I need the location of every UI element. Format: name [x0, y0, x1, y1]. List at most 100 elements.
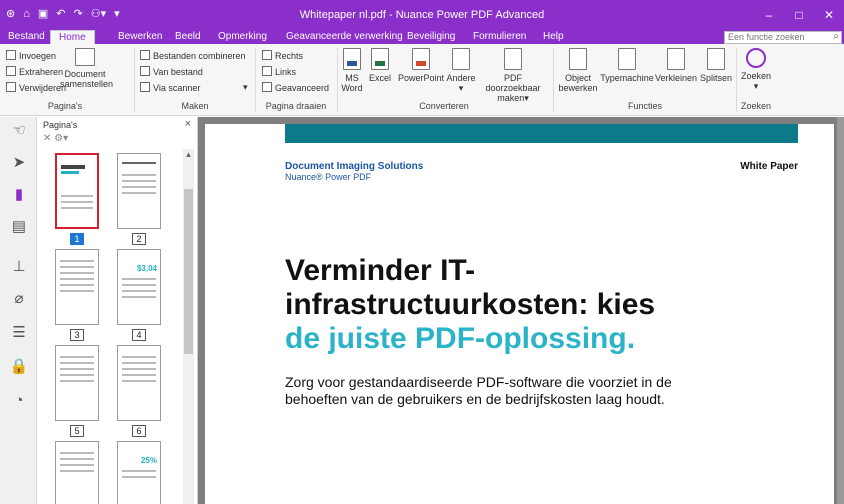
select-tool-icon[interactable]: ➤ — [9, 153, 29, 173]
thumb-line — [60, 470, 94, 472]
tab-beeld[interactable]: Beeld — [175, 30, 201, 44]
tab-bewerken[interactable]: Bewerken — [118, 30, 162, 44]
close-button[interactable]: ✕ — [814, 0, 844, 30]
tab-home[interactable]: Home — [50, 30, 95, 44]
group-label-converteren: Converteren — [419, 101, 469, 111]
rotate-advanced-button[interactable]: Geavanceerd — [262, 82, 329, 94]
page-thumbnail-7[interactable] — [55, 441, 99, 504]
scroll-up-icon[interactable]: ▲ — [183, 149, 194, 161]
verkleinen-button[interactable]: Verkleinen — [654, 48, 698, 83]
tab-opmerking[interactable]: Opmerking — [218, 30, 267, 44]
thumb-line — [122, 278, 156, 280]
title-bar: ⊛ ⌂ ▣ ↶ ↷ ⚇▾ ▾ Whitepaper nl.pdf - Nuanc… — [0, 0, 844, 30]
rotate-left-button[interactable]: Links — [262, 66, 296, 78]
headline-line-1: Verminder IT- — [285, 254, 476, 287]
thumb-line — [122, 296, 156, 298]
header-band — [285, 124, 798, 143]
thumb-accent — [61, 171, 79, 174]
tab-geavanceerde-verwerking[interactable]: Geavanceerde verwerking — [286, 30, 403, 44]
group-label-pagina-draaien: Pagina draaien — [265, 101, 327, 111]
document-view[interactable]: Document Imaging Solutions Nuance® Power… — [198, 117, 844, 504]
page-thumbnail-5[interactable] — [55, 345, 99, 421]
rotate-advanced-icon — [262, 82, 272, 92]
page-number-4[interactable]: 4 — [132, 329, 146, 341]
thumb-line — [61, 195, 93, 197]
stamp-icon[interactable]: ⊥ — [9, 257, 29, 277]
powerpoint-button[interactable]: PowerPoint — [396, 48, 446, 83]
object-bewerken-button[interactable]: Object bewerken — [558, 48, 598, 93]
zoeken-button[interactable]: Zoeken ▾ — [740, 48, 772, 91]
ms-word-button[interactable]: MS Word — [339, 48, 365, 93]
tab-beveiliging[interactable]: Beveiliging — [407, 30, 455, 44]
scanner-icon — [140, 82, 150, 92]
pdf-doorzoekbaar-maken-button[interactable]: PDF doorzoekbaar maken▾ — [477, 48, 549, 103]
extraheren-button[interactable]: Extraheren — [6, 66, 63, 78]
via-scanner-button[interactable]: Via scanner — [140, 82, 200, 94]
page-number-2[interactable]: 2 — [132, 233, 146, 245]
thumb-line — [122, 470, 156, 472]
security-lock-icon[interactable]: 🔒 — [9, 357, 29, 377]
attachment-icon[interactable]: ⌀ — [9, 289, 29, 309]
comments-icon[interactable]: ☰ — [9, 323, 29, 343]
tab-help[interactable]: Help — [543, 30, 564, 44]
rotate-left-icon — [262, 66, 272, 76]
scrollbar-thumb[interactable] — [184, 189, 193, 354]
thumb-line — [60, 362, 94, 364]
thumb-line — [122, 368, 156, 370]
splitsen-button[interactable]: Splitsen — [699, 48, 733, 83]
bestanden-combineren-button[interactable]: Bestanden combineren — [140, 50, 246, 62]
separator — [553, 48, 554, 112]
window-title: Whitepaper nl.pdf - Nuance Power PDF Adv… — [299, 9, 545, 21]
hand-tool-icon[interactable]: ☜ — [9, 121, 29, 141]
thumb-line — [122, 162, 156, 164]
page-thumbnail-4[interactable]: $3,04 — [117, 249, 161, 325]
maximize-button[interactable]: □ — [784, 0, 814, 30]
thumbnail-scrollbar[interactable]: ▲ — [183, 149, 194, 504]
page-thumbnail-2[interactable] — [117, 153, 161, 229]
page-number-3[interactable]: 3 — [70, 329, 84, 341]
van-bestand-button[interactable]: Van bestand — [140, 66, 203, 78]
pages-panel-icon[interactable]: ▤ — [9, 217, 29, 237]
page-number-1[interactable]: 1 — [70, 233, 84, 245]
typemachine-button[interactable]: Typemachine — [600, 48, 654, 83]
search-icon[interactable]: ⌕ — [833, 31, 839, 42]
document-samenstellen-button[interactable]: Document samenstellen — [60, 48, 113, 89]
page-number-6[interactable]: 6 — [132, 425, 146, 437]
page-thumbnail-6[interactable] — [117, 345, 161, 421]
thumb-line — [122, 192, 156, 194]
excel-icon — [371, 48, 389, 70]
thumb-line — [122, 290, 156, 292]
ribbon: Invoegen Extraheren Verwijderen Document… — [0, 44, 844, 116]
thumb-line — [60, 260, 94, 262]
page-number-5[interactable]: 5 — [70, 425, 84, 437]
verwijderen-button[interactable]: Verwijderen — [6, 82, 66, 94]
panel-title: Pagina's — [43, 120, 78, 130]
function-search-input[interactable]: Een functie zoeken ⌕ — [724, 31, 842, 44]
minimize-button[interactable]: – — [754, 0, 784, 30]
tab-bestand[interactable]: Bestand — [8, 30, 45, 44]
thumb-line — [60, 374, 94, 376]
bookmarks-panel-icon[interactable]: ▮ — [9, 185, 29, 205]
page-thumbnail-3[interactable] — [55, 249, 99, 325]
invoegen-button[interactable]: Invoegen — [6, 50, 56, 62]
andere-button[interactable]: Andere ▾ — [446, 48, 476, 93]
panel-options-icon[interactable]: ✕ ⚙▾ — [43, 133, 68, 144]
tab-formulieren[interactable]: Formulieren — [473, 30, 526, 44]
thumb-line — [61, 207, 93, 209]
page-thumbnail-1[interactable] — [55, 153, 99, 229]
maken-more-dropdown[interactable]: ▾ — [243, 82, 248, 93]
headline-line-3: de juiste PDF-oplossing. — [285, 322, 636, 355]
separator — [736, 48, 737, 112]
right-scroll-edge[interactable] — [837, 117, 844, 504]
excel-button[interactable]: Excel — [368, 48, 392, 83]
thumb-line — [122, 356, 156, 358]
headline-line-2: infrastructuurkosten: kies — [285, 288, 656, 321]
rotate-right-button[interactable]: Rechts — [262, 50, 303, 62]
thumb-line — [60, 278, 94, 280]
search-placeholder: Een functie zoeken — [728, 32, 805, 42]
shapes-icon[interactable]: ◔ — [9, 391, 29, 411]
headline: Verminder IT- infrastructuurkosten: kies… — [285, 254, 755, 356]
page-thumbnail-8[interactable]: 25% — [117, 441, 161, 504]
panel-close-icon[interactable]: × — [185, 118, 191, 130]
thumb-line — [60, 290, 94, 292]
